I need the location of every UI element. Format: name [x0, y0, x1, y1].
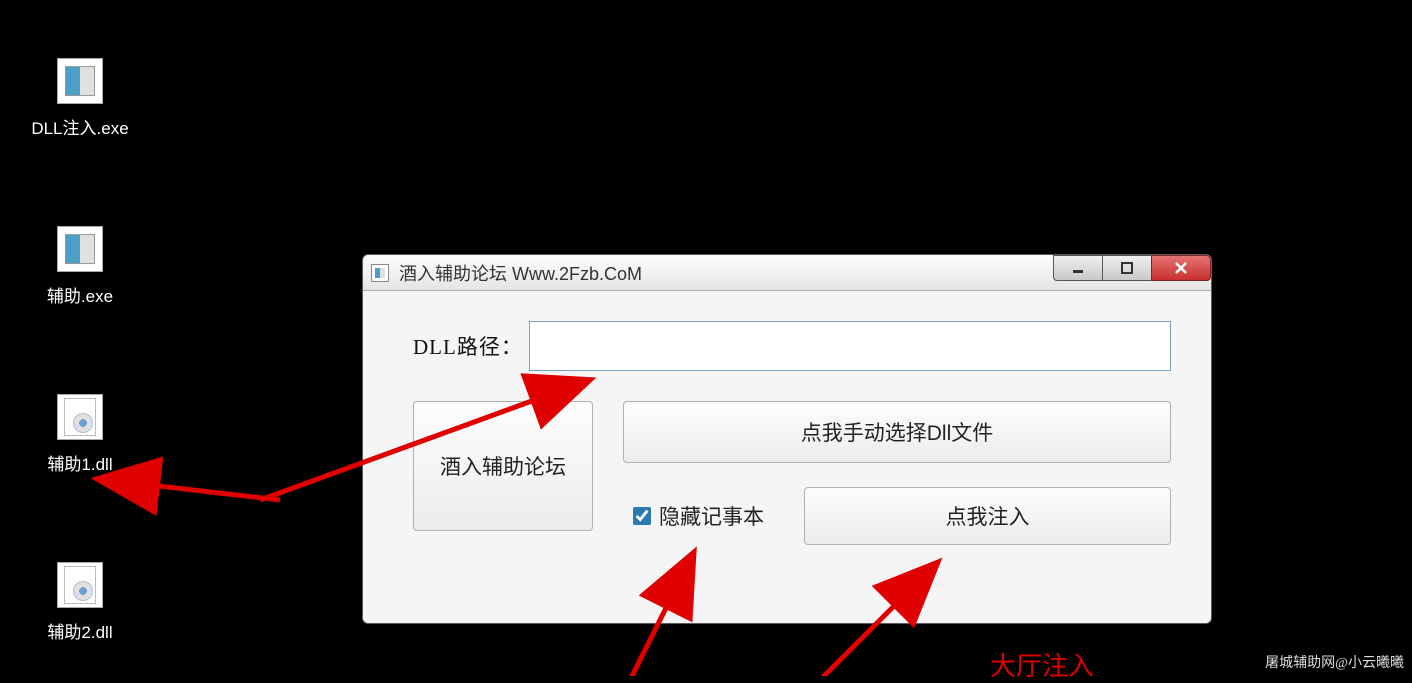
dll-path-label: DLL路径：	[413, 331, 523, 361]
close-icon	[1173, 260, 1189, 276]
app-icon	[57, 226, 103, 272]
titlebar[interactable]: 酒入辅助论坛 Www.2Fzb.CoM	[363, 255, 1211, 291]
desktop-icon-helper-exe[interactable]: 辅助.exe	[20, 226, 140, 307]
desktop-icon-dll-injector[interactable]: DLL注入.exe	[20, 58, 140, 139]
desktop-icon-helper2-dll[interactable]: 辅助2.dll	[20, 562, 140, 643]
inject-button[interactable]: 点我注入	[804, 487, 1171, 545]
dll-icon	[57, 394, 103, 440]
window-controls	[1054, 255, 1211, 283]
hide-notepad-checkbox[interactable]	[633, 507, 651, 525]
app-icon	[57, 58, 103, 104]
icon-label: 辅助1.dll	[47, 450, 112, 475]
dll-icon	[57, 562, 103, 608]
minimize-icon	[1071, 261, 1085, 275]
forum-button[interactable]: 酒入辅助论坛	[413, 401, 593, 531]
icon-label: 辅助2.dll	[47, 618, 112, 643]
desktop-icon-helper1-dll[interactable]: 辅助1.dll	[20, 394, 140, 475]
hide-notepad-label: 隐藏记事本	[659, 501, 764, 531]
annotation-lobby-inject: 大厅注入	[990, 646, 1094, 683]
icon-label: DLL注入.exe	[31, 114, 128, 139]
window-client-area: DLL路径： 酒入辅助论坛 点我手动选择Dll文件 隐藏记事本 点我注入	[363, 291, 1211, 623]
maximize-icon	[1120, 261, 1134, 275]
dll-path-input[interactable]	[529, 321, 1171, 371]
injector-window: 酒入辅助论坛 Www.2Fzb.CoM DLL路径： 酒入辅助论坛 点我手动选择…	[362, 254, 1212, 624]
maximize-button[interactable]	[1102, 255, 1152, 281]
close-button[interactable]	[1151, 255, 1211, 281]
window-title: 酒入辅助论坛 Www.2Fzb.CoM	[399, 260, 642, 286]
icon-label: 辅助.exe	[47, 282, 113, 307]
watermark: 屠城辅助网@小云曦曦	[1265, 652, 1404, 672]
window-icon	[371, 264, 389, 282]
minimize-button[interactable]	[1053, 255, 1103, 281]
hide-notepad-checkbox-wrap[interactable]: 隐藏记事本	[633, 501, 764, 531]
select-dll-button[interactable]: 点我手动选择Dll文件	[623, 401, 1171, 463]
